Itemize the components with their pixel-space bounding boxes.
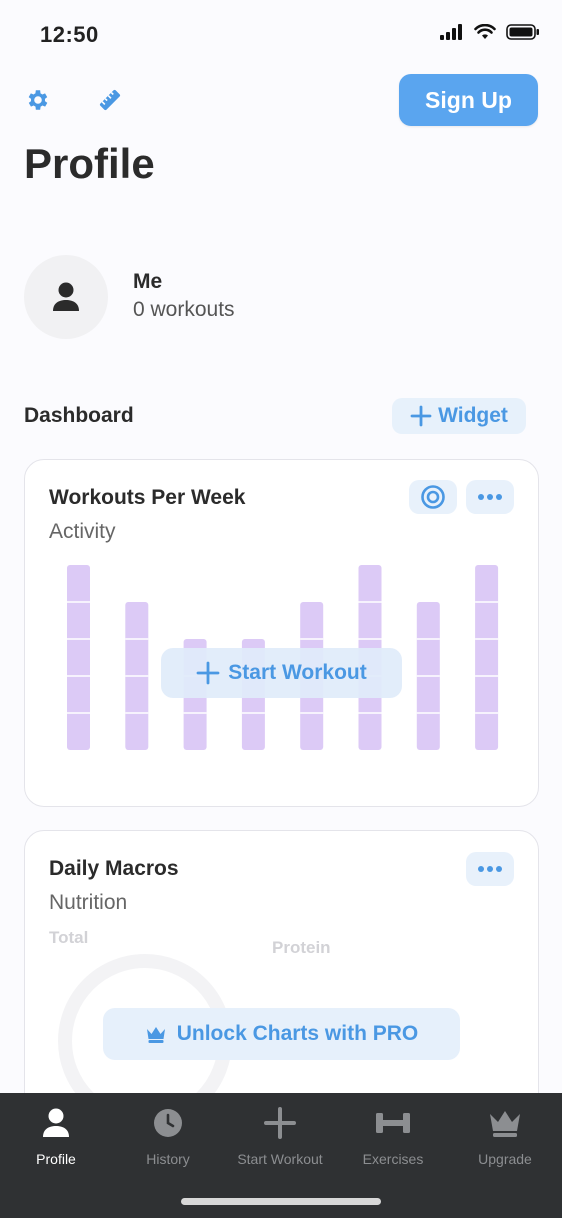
add-widget-label: Widget	[438, 404, 508, 427]
chart-bar	[125, 602, 149, 750]
person-icon	[53, 282, 79, 311]
workouts-per-week-card[interactable]: Workouts Per Week Activity Start Workout	[24, 459, 539, 807]
sign-up-button[interactable]: Sign Up	[399, 74, 538, 126]
signal-icon	[440, 24, 462, 40]
tab-label: History	[146, 1151, 190, 1167]
status-bar: 12:50	[0, 0, 562, 70]
workouts-bar-chart	[67, 565, 499, 750]
chart-bar	[416, 602, 440, 750]
tab-label: Profile	[36, 1151, 76, 1167]
tab-profile[interactable]: Profile	[0, 1105, 112, 1167]
plus-icon	[264, 1107, 296, 1139]
battery-icon	[506, 24, 539, 40]
plus-icon	[410, 405, 432, 427]
macros-placeholder-ring	[58, 954, 232, 1128]
tab-label: Exercises	[362, 1151, 424, 1167]
clock-icon	[154, 1109, 182, 1137]
tab-exercises[interactable]: Exercises	[337, 1105, 449, 1167]
tab-label: Start Workout	[237, 1151, 323, 1167]
tab-label: Upgrade	[478, 1151, 532, 1167]
user-name: Me	[133, 270, 163, 293]
avatar[interactable]	[24, 255, 108, 339]
top-actions	[24, 86, 124, 114]
wifi-icon	[474, 24, 496, 39]
person-icon	[43, 1108, 69, 1137]
start-workout-button[interactable]: Start Workout	[161, 648, 402, 698]
add-widget-button[interactable]: Widget	[392, 398, 526, 434]
tab-history[interactable]: History	[112, 1105, 224, 1167]
status-time: 12:50	[40, 22, 99, 47]
plus-icon	[196, 661, 220, 685]
ruler-icon[interactable]	[96, 86, 124, 114]
home-indicator	[181, 1198, 381, 1205]
tab-upgrade[interactable]: Upgrade	[449, 1105, 561, 1167]
start-workout-label: Start Workout	[228, 661, 367, 684]
tab-start-workout[interactable]: Start Workout	[224, 1105, 336, 1167]
crown-icon	[146, 1027, 165, 1043]
unlock-pro-label: Unlock Charts with PRO	[176, 1022, 419, 1045]
user-workout-count: 0 workouts	[133, 298, 235, 321]
dumbbell-icon	[376, 1113, 410, 1133]
crown-icon	[490, 1111, 520, 1137]
page-title: Profile	[24, 140, 155, 187]
unlock-pro-button[interactable]: Unlock Charts with PRO	[103, 1008, 460, 1060]
daily-macros-card[interactable]: Daily Macros Nutrition Total Protein Unl…	[24, 830, 539, 1132]
chart-bar	[67, 565, 90, 750]
settings-gear-icon[interactable]	[24, 86, 52, 114]
dashboard-title: Dashboard	[24, 404, 134, 427]
chart-bar	[475, 565, 499, 750]
status-icons	[440, 24, 540, 40]
